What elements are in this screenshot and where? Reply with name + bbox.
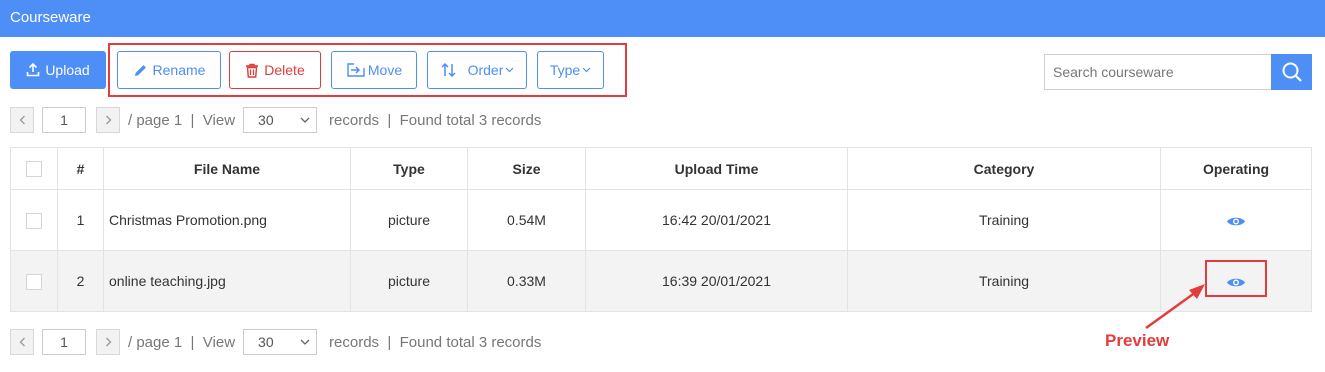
row-index: 1 <box>57 189 104 251</box>
page-title: Courseware <box>10 9 91 26</box>
table-row: 1 Christmas Promotion.png picture 0.54M … <box>10 189 1312 251</box>
column-header-category: Category <box>847 147 1161 190</box>
upload-label: Upload <box>45 62 90 78</box>
per-page-select[interactable]: 30 <box>243 107 318 133</box>
column-header-file-name: File Name <box>103 147 351 190</box>
column-header-size: Size <box>467 147 586 190</box>
preview-annotation-label: Preview <box>1105 331 1170 350</box>
per-page-value: 30 <box>258 334 274 350</box>
courseware-table: # File Name Type Size Upload Time Catego… <box>10 147 1312 312</box>
pager-bottom: 1 / page 1 | View 30 records | Found tot… <box>10 328 541 356</box>
operating-cell <box>1160 189 1312 251</box>
eye-icon[interactable] <box>1226 215 1246 228</box>
column-header-index: # <box>57 147 104 190</box>
upload-icon <box>27 63 40 77</box>
next-page-button[interactable] <box>96 107 120 133</box>
per-page-value: 30 <box>258 112 274 128</box>
table-row: 2 online teaching.jpg picture 0.33M 16:3… <box>10 250 1312 312</box>
chevron-down-icon <box>300 339 310 345</box>
page-of-text: / page 1 | View <box>128 333 236 351</box>
file-size: 0.33M <box>467 250 586 312</box>
column-header-operating: Operating <box>1160 147 1312 190</box>
search-button[interactable] <box>1271 54 1312 90</box>
file-name: online teaching.jpg <box>103 250 351 312</box>
select-all-checkbox[interactable] <box>26 161 42 178</box>
toolbar-highlight-box <box>108 43 627 97</box>
select-all-cell <box>10 147 58 190</box>
file-type: picture <box>350 250 468 312</box>
file-type: picture <box>350 189 468 251</box>
upload-time: 16:39 20/01/2021 <box>585 250 848 312</box>
row-checkbox[interactable] <box>26 273 42 290</box>
page-number-input[interactable]: 1 <box>42 329 86 355</box>
chevron-down-icon <box>300 117 310 123</box>
column-header-type: Type <box>350 147 468 190</box>
row-checkbox[interactable] <box>26 212 42 229</box>
title-bar: Courseware <box>0 0 1325 37</box>
records-summary: records | Found total 3 records <box>329 111 542 129</box>
upload-button[interactable]: Upload <box>10 51 106 89</box>
chevron-left-icon <box>19 337 25 347</box>
upload-time: 16:42 20/01/2021 <box>585 189 848 251</box>
page-number-input[interactable]: 1 <box>42 107 86 133</box>
file-name: Christmas Promotion.png <box>103 189 351 251</box>
prev-page-button[interactable] <box>10 329 34 355</box>
page-of-text: / page 1 | View <box>128 111 236 129</box>
records-summary: records | Found total 3 records <box>329 333 542 351</box>
row-index: 2 <box>57 250 104 312</box>
search-input[interactable] <box>1044 54 1272 90</box>
category: Training <box>847 189 1161 251</box>
chevron-right-icon <box>105 115 111 125</box>
chevron-left-icon <box>19 115 25 125</box>
chevron-right-icon <box>105 337 111 347</box>
pager-top: 1 / page 1 | View 30 records | Found tot… <box>10 106 541 134</box>
table-header-row: # File Name Type Size Upload Time Catego… <box>10 147 1312 190</box>
category: Training <box>847 250 1161 312</box>
per-page-select[interactable]: 30 <box>243 329 318 355</box>
row-select-cell <box>10 189 58 251</box>
preview-highlight-box <box>1205 260 1267 297</box>
file-size: 0.54M <box>467 189 586 251</box>
next-page-button[interactable] <box>96 329 120 355</box>
column-header-upload-time: Upload Time <box>585 147 848 190</box>
search-icon <box>1282 62 1302 82</box>
prev-page-button[interactable] <box>10 107 34 133</box>
row-select-cell <box>10 250 58 312</box>
